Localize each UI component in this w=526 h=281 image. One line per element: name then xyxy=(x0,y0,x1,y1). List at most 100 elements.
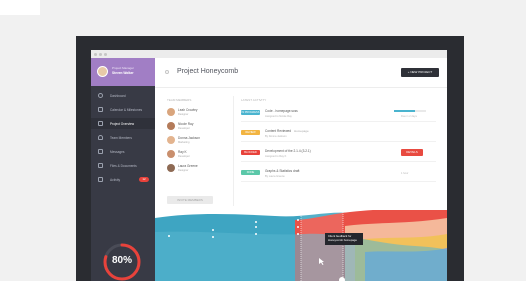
status-badge: REVIEW xyxy=(241,130,260,135)
avatar xyxy=(167,164,175,172)
data-dot xyxy=(297,233,299,235)
member-name: Laura Greene xyxy=(178,164,198,168)
task-title: Content Reviewed Homepage xyxy=(265,129,309,133)
task-due: Due in 2 days xyxy=(401,115,417,118)
close-dot[interactable] xyxy=(94,52,97,56)
data-dot xyxy=(297,226,299,228)
person-icon xyxy=(98,135,103,140)
task-row[interactable]: IN PROGRESS Code - homepage.scss Assigne… xyxy=(241,106,436,122)
team-members-panel: TEAM MEMBERS Leah Crowley Designer Nicol… xyxy=(167,98,224,204)
data-dot xyxy=(168,235,170,237)
member-name: Ray K xyxy=(178,150,187,154)
sidebar-item-label: Files & Documents xyxy=(110,163,137,168)
section-heading: LATEST ACTIVITY xyxy=(241,98,267,102)
task-progress xyxy=(394,110,426,112)
task-title-text: Content Reviewed xyxy=(265,129,292,133)
profile-name: Steven Walker xyxy=(112,71,134,75)
file-icon xyxy=(98,163,103,168)
gauge-value: 80% xyxy=(111,255,132,266)
invite-members-button[interactable]: INVITE MEMBERS xyxy=(167,196,213,204)
data-dot xyxy=(212,229,214,231)
project-stream-chart[interactable] xyxy=(155,210,447,281)
folder-icon xyxy=(98,177,103,182)
calendar-icon xyxy=(98,107,103,112)
page-title: Project Honeycomb xyxy=(177,68,239,75)
new-project-button[interactable]: + NEW PROJECT xyxy=(401,68,439,77)
data-dot xyxy=(297,219,299,221)
sidebar-item-label: Team Members xyxy=(110,135,132,140)
activity-panel: LATEST ACTIVITY IN PROGRESS Code - homep… xyxy=(241,98,441,206)
notification-badge: 12 xyxy=(139,177,149,182)
chart-tooltip: Client feedback for Honeycomb homepage xyxy=(325,233,363,245)
member-role: Developer xyxy=(178,126,190,130)
task-row[interactable]: BLOCKED Development of the 2.1.4 (3.2.1)… xyxy=(241,146,436,162)
sidebar-item-team[interactable]: Team Members xyxy=(91,132,155,143)
member-row[interactable]: Nicole Ray Developer xyxy=(167,120,224,132)
task-title: Development of the 2.1.4 (3.2.1) xyxy=(265,149,311,153)
member-row[interactable]: Laura Greene Designer xyxy=(167,162,224,174)
task-subtitle: Assigned to Ray K xyxy=(265,154,287,158)
member-row[interactable]: Donna Jackson Marketing xyxy=(167,134,224,146)
corner-card xyxy=(0,0,40,15)
member-role: Designer xyxy=(178,112,189,116)
avatar xyxy=(167,122,175,130)
task-title: Code - homepage.scss xyxy=(265,109,298,113)
sidebar-item-label: Messages xyxy=(110,149,125,154)
sidebar-item-dashboard[interactable]: Dashboard xyxy=(91,90,155,101)
grid-icon xyxy=(98,121,103,126)
data-dot xyxy=(255,226,257,228)
avatar xyxy=(167,150,175,158)
selected-range xyxy=(301,210,343,281)
panel-divider xyxy=(233,96,234,206)
minimize-dot[interactable] xyxy=(99,52,102,56)
screenshot-frame: Project Manager Steven Walker Dashboard … xyxy=(76,36,464,281)
maximize-dot[interactable] xyxy=(104,52,107,56)
title-bar xyxy=(91,50,447,58)
task-row[interactable]: DONE Graphs & Statistics draft By Laura … xyxy=(241,166,436,182)
page-header: Project Honeycomb + NEW PROJECT xyxy=(155,58,447,88)
sidebar-item-label: Activity xyxy=(110,177,121,182)
task-subtitle: By Laura Greene xyxy=(265,174,285,178)
app-window: Project Manager Steven Walker Dashboard … xyxy=(91,50,447,281)
task-title-extra: Homepage xyxy=(293,129,309,133)
profile-role: Project Manager xyxy=(112,66,135,70)
sidebar-item-messages[interactable]: Messages xyxy=(91,146,155,157)
menu-icon[interactable] xyxy=(165,70,169,74)
member-name: Donna Jackson xyxy=(178,136,200,140)
task-subtitle: Assigned to Nicole Ray xyxy=(265,114,292,118)
data-dot xyxy=(212,236,214,238)
data-dot xyxy=(255,221,257,223)
details-button[interactable]: DETAILS xyxy=(401,149,423,156)
mail-icon xyxy=(98,149,103,154)
section-heading: TEAM MEMBERS xyxy=(167,98,192,102)
tooltip-line-2: Honeycomb homepage xyxy=(328,237,357,242)
avatar xyxy=(167,136,175,144)
sidebar-item-label: Dashboard xyxy=(110,93,126,98)
status-badge: IN PROGRESS xyxy=(241,110,260,115)
member-role: Developer xyxy=(178,154,190,158)
sidebar-item-calendar[interactable]: Calendar & Milestones xyxy=(91,104,155,115)
avatar xyxy=(97,66,108,77)
member-name: Nicole Ray xyxy=(178,122,194,126)
data-dot xyxy=(255,233,257,235)
member-role: Marketing xyxy=(178,140,190,144)
avatar xyxy=(167,108,175,116)
member-row[interactable]: Leah Crowley Designer xyxy=(167,106,224,118)
sidebar-item-label: Project Overview xyxy=(110,121,135,126)
status-badge: BLOCKED xyxy=(241,150,260,155)
task-subtitle: By Donna Jackson xyxy=(265,134,287,138)
task-progress-fill xyxy=(394,110,415,112)
task-title: Graphs & Statistics draft xyxy=(265,169,300,173)
clock-icon xyxy=(98,93,103,98)
sidebar-item-project-overview[interactable]: Project Overview xyxy=(91,118,155,129)
status-badge: DONE xyxy=(241,170,260,175)
member-row[interactable]: Ray K Developer xyxy=(167,148,224,160)
task-row[interactable]: REVIEW Content Reviewed Homepage By Donn… xyxy=(241,126,436,142)
task-time: 1 hour xyxy=(401,172,409,175)
member-name: Leah Crowley xyxy=(178,108,198,112)
profile-card[interactable]: Project Manager Steven Walker xyxy=(91,58,155,86)
sidebar: Project Manager Steven Walker Dashboard … xyxy=(91,58,155,281)
sidebar-item-activity[interactable]: Activity 12 xyxy=(91,174,155,185)
sidebar-item-label: Calendar & Milestones xyxy=(110,107,143,112)
sidebar-item-files[interactable]: Files & Documents xyxy=(91,160,155,171)
